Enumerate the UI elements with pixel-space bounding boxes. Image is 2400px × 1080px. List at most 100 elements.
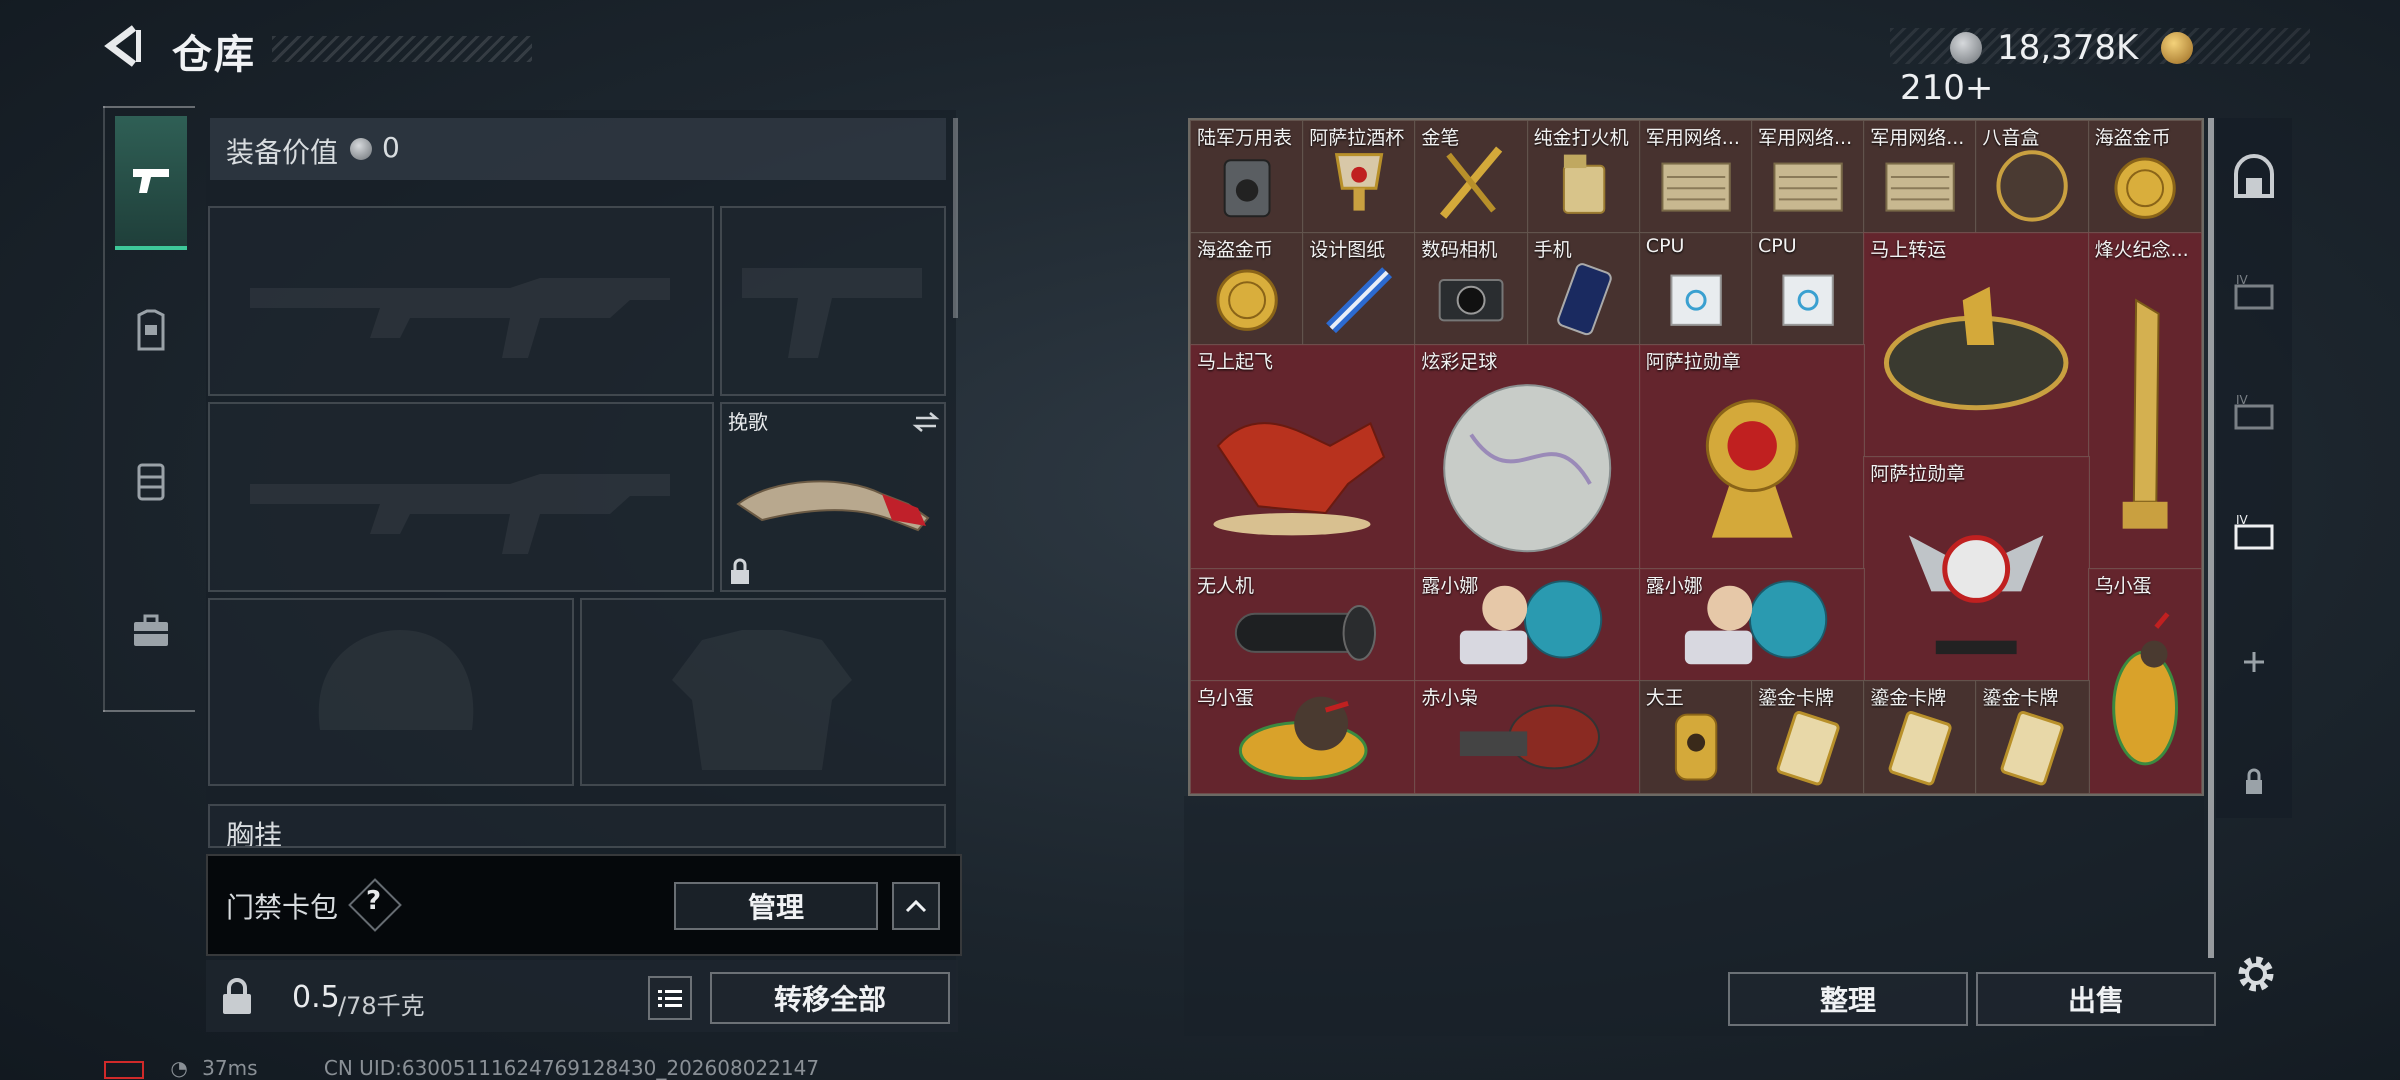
ping-text: 37ms	[202, 1056, 258, 1080]
item-name: 设计图纸	[1309, 239, 1386, 261]
coin-icon	[350, 138, 372, 160]
chest-rig-label: 胸挂	[226, 819, 283, 848]
tabs-divider-bottom	[103, 710, 195, 712]
inventory-item[interactable]: CPU	[1751, 232, 1866, 346]
item-name: 阿萨拉勋章	[1870, 463, 1966, 485]
stash-iv-icon[interactable]: IV	[2230, 390, 2278, 438]
inventory-item[interactable]: 马上转运	[1863, 232, 2090, 458]
item-name: 大王	[1645, 687, 1684, 709]
item-name: 马上转运	[1870, 239, 1947, 261]
container-nav: IV IV IV	[2216, 118, 2292, 818]
inventory-grid: 陆军万用表 阿萨拉酒杯 金笔 纯金打火机 军用网络... 军用网络... 军用网络... 八音…	[1188, 118, 2204, 796]
stash-iv-active-icon[interactable]: IV	[2230, 510, 2278, 558]
weight-max: /78千克	[338, 992, 425, 1020]
inventory-item[interactable]: 鎏金卡牌	[1863, 680, 1978, 794]
expand-button[interactable]	[892, 882, 940, 930]
inventory-item[interactable]: 烽火纪念...	[2087, 232, 2202, 570]
iridescent-ball-icon	[1443, 384, 1612, 553]
inventory-item[interactable]: 乌小蛋	[1190, 680, 1417, 794]
inventory-item[interactable]: 马上起飞	[1190, 344, 1417, 570]
inventory-item[interactable]: 军用网络...	[1863, 120, 1978, 234]
inventory-item[interactable]: 露小娜	[1414, 568, 1641, 682]
list-icon	[658, 990, 682, 1007]
melee-slot[interactable]: 挽歌	[720, 402, 946, 592]
primary-weapon-slot-2[interactable]	[208, 402, 714, 592]
trophy-icon	[2122, 298, 2168, 529]
chest-rig-icon	[137, 463, 165, 501]
inventory-item[interactable]: CPU	[1638, 232, 1753, 346]
add-stash-icon[interactable]	[2230, 638, 2278, 686]
weight-value: 0.5	[292, 980, 340, 1015]
tab-weapons[interactable]	[115, 116, 187, 250]
equipment-value-label: 装备价值	[226, 136, 339, 169]
inventory-item[interactable]: 阿萨拉勋章	[1638, 344, 1866, 570]
inventory-item[interactable]: 设计图纸	[1302, 232, 1417, 346]
body-armor-slot[interactable]	[580, 598, 946, 786]
chevron-up-icon	[905, 899, 927, 913]
inventory-item[interactable]: 大王	[1638, 680, 1753, 794]
svg-text:IV: IV	[2236, 393, 2249, 407]
inventory-item[interactable]: 纯金打火机	[1526, 120, 1641, 234]
lock-icon	[2246, 768, 2262, 794]
item-name: 赤小枭	[1421, 687, 1479, 709]
inventory-scrollbar[interactable]	[2208, 118, 2214, 958]
inventory-item[interactable]: 炫彩足球	[1414, 344, 1641, 570]
item-name: 乌小蛋	[1197, 687, 1255, 709]
inventory-item[interactable]: 海盗金币	[2087, 120, 2202, 234]
inventory-item[interactable]: 露小娜	[1638, 568, 1866, 682]
melee-name: 挽歌	[728, 410, 768, 434]
battery-icon	[104, 1060, 144, 1079]
karambit-knife-icon	[736, 480, 930, 532]
primary-weapon-slot[interactable]	[208, 206, 714, 396]
stash-iv-icon[interactable]: IV	[2230, 270, 2278, 318]
transfer-all-button[interactable]: 转移全部	[710, 972, 950, 1024]
item-name: 鎏金卡牌	[1870, 687, 1947, 709]
inventory-item[interactable]: 鎏金卡牌	[1751, 680, 1866, 794]
weight-bar: 0.5 /78千克 转移全部	[206, 960, 958, 1032]
item-name: 手机	[1533, 239, 1572, 261]
egg-figure-icon	[2111, 612, 2178, 766]
horse-statue-icon	[1213, 421, 1386, 536]
safe-box-icon[interactable]	[2230, 154, 2278, 202]
gear-icon[interactable]	[2232, 950, 2280, 998]
list-view-button[interactable]	[648, 976, 692, 1020]
swap-icon[interactable]	[912, 410, 940, 434]
briefcase-icon	[134, 614, 168, 646]
inventory-item[interactable]: 鎏金卡牌	[1975, 680, 2090, 794]
inventory-item[interactable]: 金笔	[1414, 120, 1529, 234]
back-arrow-icon[interactable]	[100, 22, 148, 70]
helmet-slot[interactable]	[208, 598, 574, 786]
tab-rig[interactable]	[115, 416, 187, 546]
inventory-item[interactable]: 军用网络...	[1751, 120, 1866, 234]
wifi-icon: ◔	[170, 1056, 188, 1080]
inventory-item[interactable]: 海盗金币	[1190, 232, 1305, 346]
lock-icon[interactable]	[220, 978, 254, 1016]
manage-button[interactable]: 管理	[674, 882, 878, 930]
vest-silhouette-icon	[672, 630, 852, 770]
tab-backpack[interactable]	[115, 566, 187, 696]
inventory-item[interactable]: 赤小枭	[1414, 680, 1641, 794]
tab-armor[interactable]	[115, 266, 187, 396]
pistol-silhouette-icon	[742, 268, 922, 358]
sell-button[interactable]: 出售	[1976, 972, 2216, 1026]
left-scrollbar[interactable]	[953, 118, 958, 318]
item-name: CPU	[1758, 235, 1797, 257]
inventory-item[interactable]: 八音盒	[1975, 120, 2090, 234]
inventory-item[interactable]: 军用网络...	[1638, 120, 1753, 234]
inventory-item[interactable]: 阿萨拉勋章	[1863, 456, 2090, 682]
winged-medal-icon	[1909, 535, 2044, 655]
item-name: 炫彩足球	[1421, 351, 1498, 373]
item-name: 陆军万用表	[1197, 127, 1293, 149]
inventory-item[interactable]: 无人机	[1190, 568, 1417, 682]
inventory-item[interactable]: 陆军万用表	[1190, 120, 1305, 234]
secondary-weapon-slot[interactable]	[720, 206, 946, 396]
inventory-item[interactable]: 阿萨拉酒杯	[1302, 120, 1417, 234]
inventory-item[interactable]: 数码相机	[1414, 232, 1529, 346]
inventory-item[interactable]: 乌小蛋	[2087, 568, 2202, 794]
pistol-icon	[133, 169, 169, 193]
chest-rig-slot[interactable]: 胸挂	[208, 804, 946, 848]
item-name: 露小娜	[1645, 575, 1703, 597]
sort-button[interactable]: 整理	[1728, 972, 1968, 1026]
inventory-item[interactable]: 手机	[1526, 232, 1641, 346]
tabs-divider-top	[103, 106, 195, 108]
